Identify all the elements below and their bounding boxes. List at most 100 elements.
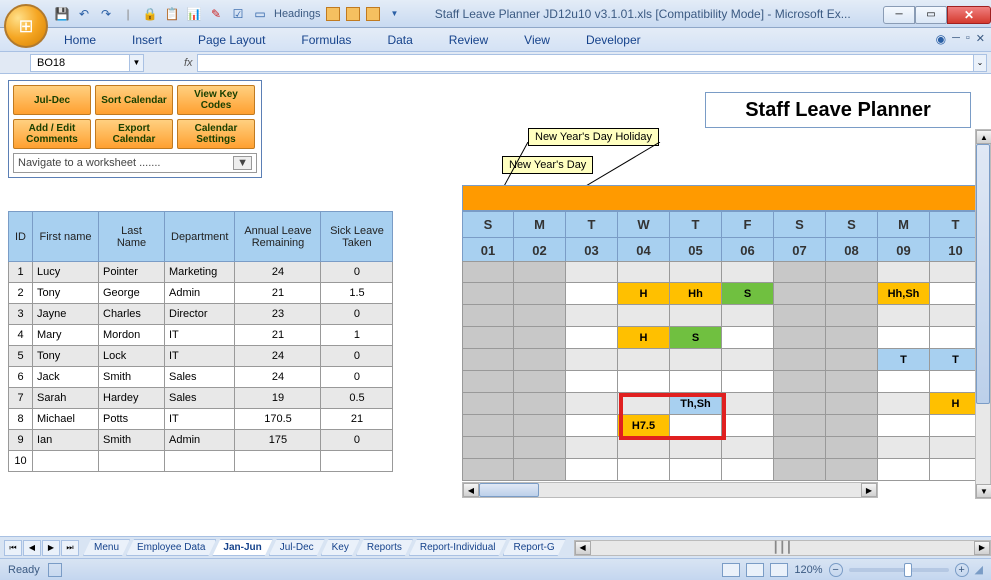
view-layout-icon[interactable] — [746, 563, 764, 577]
cell-firstname[interactable]: Sarah — [33, 388, 99, 409]
cell-lastname[interactable]: Pointer — [99, 262, 165, 283]
cell-sick-leave[interactable]: 0.5 — [321, 388, 393, 409]
calendar-cell[interactable] — [514, 371, 566, 393]
macro-icon[interactable] — [48, 563, 62, 577]
sheet-prev-button[interactable]: ◀ — [23, 540, 41, 556]
col-id[interactable]: ID — [9, 212, 33, 262]
check-icon[interactable]: ☑ — [230, 6, 246, 22]
cell-id[interactable]: 1 — [9, 262, 33, 283]
calendar-cell[interactable] — [722, 371, 774, 393]
calendar-cell[interactable] — [774, 371, 826, 393]
col-annual-leave[interactable]: Annual Leave Remaining — [235, 212, 321, 262]
view-key-codes-button[interactable]: View Key Codes — [177, 85, 255, 115]
formula-expand-icon[interactable]: ⌄ — [973, 54, 987, 72]
calendar-cell[interactable] — [826, 371, 878, 393]
cell-firstname[interactable]: Ian — [33, 430, 99, 451]
calendar-cell[interactable] — [878, 437, 930, 459]
calendar-cell[interactable] — [722, 415, 774, 437]
table-row[interactable]: 1LucyPointerMarketing240 — [9, 262, 393, 283]
calendar-cell[interactable] — [670, 459, 722, 481]
cell-lastname[interactable]: George — [99, 283, 165, 304]
calendar-cell[interactable]: H — [618, 327, 670, 349]
cell-firstname[interactable]: Lucy — [33, 262, 99, 283]
calendar-cell[interactable] — [566, 349, 618, 371]
cell-department[interactable]: Admin — [165, 430, 235, 451]
headings-label[interactable]: Headings — [274, 8, 320, 20]
calendar-cell[interactable] — [462, 283, 514, 305]
scroll-up-icon[interactable]: ▲ — [976, 130, 991, 144]
scroll-left-icon[interactable]: ◀ — [463, 483, 479, 497]
cell-department[interactable]: IT — [165, 325, 235, 346]
calendar-cell[interactable] — [826, 393, 878, 415]
calendar-cell[interactable]: T — [878, 349, 930, 371]
calendar-cell[interactable] — [462, 305, 514, 327]
calendar-cell[interactable]: S — [670, 327, 722, 349]
name-box-dropdown[interactable]: ▼ — [130, 54, 144, 72]
cell-annual-leave[interactable]: 24 — [235, 346, 321, 367]
scroll-right-icon[interactable]: ▶ — [974, 541, 990, 555]
calendar-cell[interactable] — [670, 349, 722, 371]
cell-id[interactable]: 4 — [9, 325, 33, 346]
cell-sick-leave[interactable]: 1 — [321, 325, 393, 346]
calendar-cell[interactable] — [722, 261, 774, 283]
calendar-cell[interactable] — [878, 393, 930, 415]
scroll-thumb[interactable] — [976, 144, 990, 404]
cell-id[interactable]: 5 — [9, 346, 33, 367]
calendar-cell[interactable] — [826, 349, 878, 371]
office-button[interactable]: ⊞ — [4, 4, 48, 48]
zoom-slider[interactable] — [849, 568, 949, 572]
scroll-left-icon[interactable]: ◀ — [575, 541, 591, 555]
tab-data[interactable]: Data — [379, 29, 420, 51]
cell-lastname[interactable]: Smith — [99, 430, 165, 451]
cell-annual-leave[interactable]: 21 — [235, 325, 321, 346]
export-calendar-button[interactable]: Export Calendar — [95, 119, 173, 149]
navigate-worksheet-select[interactable]: Navigate to a worksheet ....... ▼ — [13, 153, 257, 173]
calendar-cell[interactable] — [878, 261, 930, 283]
sheet-tab-jul-dec[interactable]: Jul-Dec — [269, 539, 325, 556]
calendar-cell[interactable] — [462, 459, 514, 481]
calendar-cell[interactable] — [566, 437, 618, 459]
cell-lastname[interactable]: Smith — [99, 367, 165, 388]
tab-home[interactable]: Home — [56, 29, 104, 51]
cell-annual-leave[interactable]: 175 — [235, 430, 321, 451]
cell-sick-leave[interactable]: 0 — [321, 367, 393, 388]
calendar-cell[interactable] — [566, 393, 618, 415]
cell-id[interactable]: 6 — [9, 367, 33, 388]
window-icon[interactable]: ▭ — [252, 6, 268, 22]
sheet-tab-jan-jun[interactable]: Jan-Jun — [212, 539, 272, 556]
calendar-cell[interactable] — [774, 437, 826, 459]
help-icon[interactable]: ◉ — [936, 32, 946, 46]
cell-firstname[interactable]: Jayne — [33, 304, 99, 325]
calendar-cell[interactable] — [878, 327, 930, 349]
cell-firstname[interactable]: Michael — [33, 409, 99, 430]
scroll-right-icon[interactable]: ▶ — [861, 483, 877, 497]
calendar-cell[interactable] — [774, 283, 826, 305]
calendar-cell[interactable] — [462, 437, 514, 459]
calendar-cell[interactable] — [826, 327, 878, 349]
cell-id[interactable]: 8 — [9, 409, 33, 430]
calendar-cell[interactable] — [774, 261, 826, 283]
cell-annual-leave[interactable]: 21 — [235, 283, 321, 304]
calendar-cell[interactable] — [514, 349, 566, 371]
table-row[interactable]: 8MichaelPottsIT170.521 — [9, 409, 393, 430]
calendar-cell[interactable] — [826, 261, 878, 283]
save-icon[interactable]: 💾 — [54, 6, 70, 22]
calendar-cell[interactable] — [826, 283, 878, 305]
tab-formulas[interactable]: Formulas — [293, 29, 359, 51]
calendar-cell[interactable] — [774, 415, 826, 437]
col-lastname[interactable]: Last Name — [99, 212, 165, 262]
calendar-cell[interactable] — [514, 305, 566, 327]
ribbon-restore-icon[interactable]: ▫ — [966, 32, 970, 46]
calendar-cell[interactable]: Hh,Sh — [878, 283, 930, 305]
view-normal-icon[interactable] — [722, 563, 740, 577]
calendar-cell[interactable]: S — [722, 283, 774, 305]
cell-department[interactable]: Sales — [165, 388, 235, 409]
calendar-cell[interactable]: H — [618, 283, 670, 305]
calendar-cell[interactable] — [566, 283, 618, 305]
calendar-cell[interactable] — [618, 349, 670, 371]
table-row[interactable]: 5TonyLockIT240 — [9, 346, 393, 367]
view2-icon[interactable] — [346, 7, 360, 21]
calendar-cell[interactable] — [826, 459, 878, 481]
ribbon-minimize-icon[interactable]: ─ — [952, 32, 960, 46]
cell-department[interactable]: IT — [165, 346, 235, 367]
